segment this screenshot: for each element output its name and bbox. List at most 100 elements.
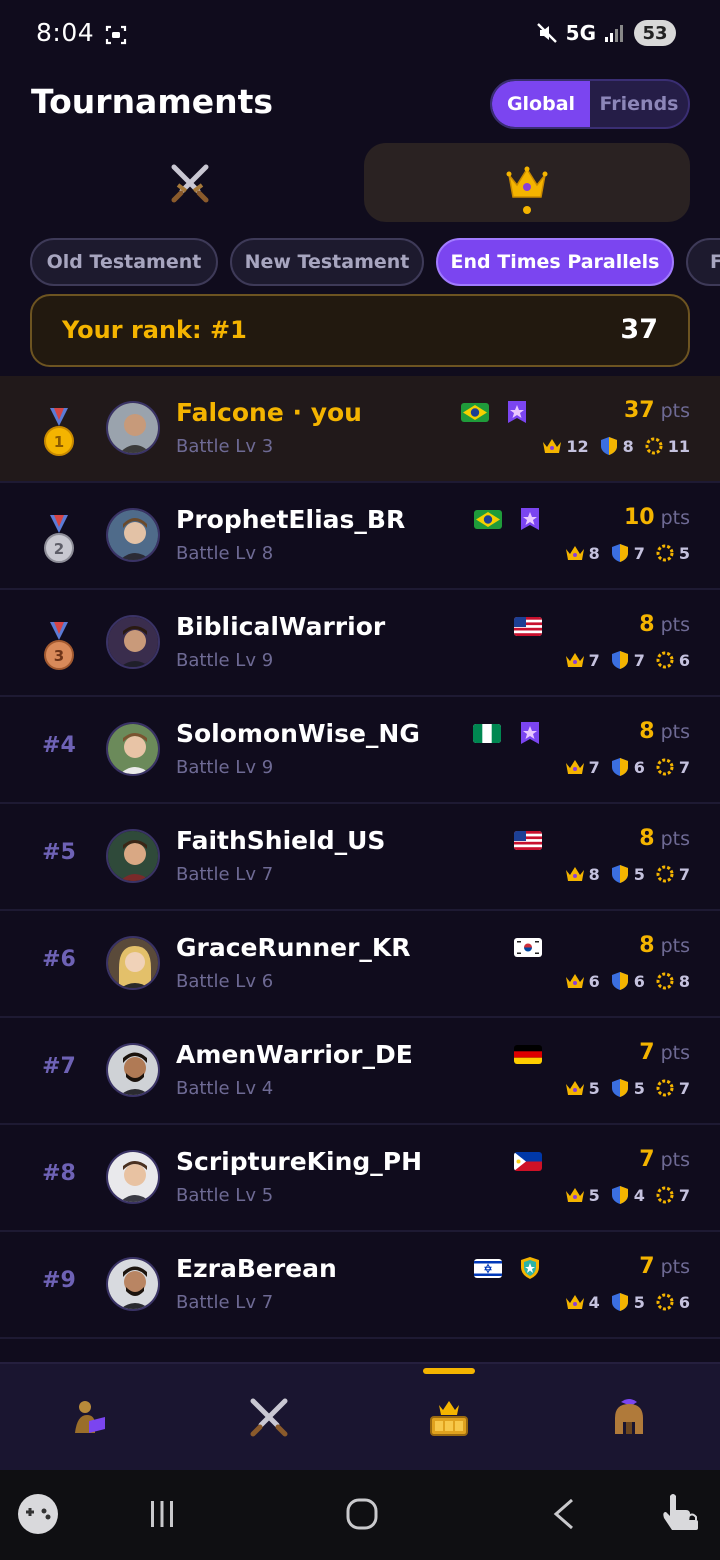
player-points: 7 pts <box>639 1254 690 1279</box>
svg-text:3: 3 <box>54 647 64 665</box>
player-stats: 8 5 7 <box>565 864 690 884</box>
screen-record-icon <box>105 25 127 45</box>
game-launcher-button[interactable] <box>16 1492 60 1536</box>
rank-number: #7 <box>42 1054 76 1079</box>
shield-stat-icon <box>611 758 628 776</box>
leaderboard-row[interactable]: #9 EzraBerean Battle Lv 7 7 pts 4 5 6 <box>0 1232 720 1339</box>
back-button[interactable] <box>542 1492 586 1536</box>
rank-number: #6 <box>42 947 76 972</box>
player-level: Battle Lv 7 <box>176 864 274 885</box>
purple-rank-badge-icon <box>521 722 539 744</box>
brazil-flag-icon <box>461 403 489 422</box>
tab-global[interactable]: Global <box>492 81 590 127</box>
leaderboard-row[interactable]: #8 ScriptureKing_PH Battle Lv 5 7 pts 5 4… <box>0 1125 720 1232</box>
wreath-stat-icon <box>656 1293 674 1311</box>
player-stats: 7 7 6 <box>565 650 690 670</box>
leaderboard-row[interactable]: 1 Falcone · you Battle Lv 3 37 pts 12 8 1… <box>0 376 720 483</box>
player-stats: 12 8 11 <box>542 436 690 456</box>
tab-tournaments[interactable] <box>364 143 690 222</box>
silver-medal-icon: 2 <box>44 515 74 563</box>
touch-lock-icon <box>663 1494 698 1530</box>
chip-old-testament[interactable]: Old Testament <box>30 238 218 286</box>
leaderboard-row[interactable]: #5 FaithShield_US Battle Lv 7 8 pts 8 5 7 <box>0 804 720 911</box>
gamepad-icon <box>18 1494 58 1534</box>
svg-text:2: 2 <box>54 540 64 558</box>
chip-end-times-parallels[interactable]: End Times Parallels <box>436 238 674 286</box>
purple-rank-badge-icon <box>521 508 539 530</box>
chip-next[interactable]: F <box>686 238 720 286</box>
player-points: 8 pts <box>639 826 690 851</box>
crown-stat-icon <box>565 867 584 881</box>
leaderboard-row[interactable]: #7 AmenWarrior_DE Battle Lv 4 7 pts 5 5 7 <box>0 1018 720 1125</box>
recent-apps-button[interactable] <box>140 1492 184 1536</box>
touch-lock-button[interactable] <box>658 1492 702 1536</box>
nav-tournaments[interactable] <box>409 1382 489 1452</box>
player-name: ScriptureKing_PH <box>176 1147 423 1176</box>
spartan-helmet-icon <box>615 1399 643 1434</box>
avatar <box>106 1043 160 1097</box>
leaderboard-row[interactable]: #6 GraceRunner_KR Battle Lv 6 8 pts 6 6 8 <box>0 911 720 1018</box>
wreath-stat-icon <box>645 437 663 455</box>
player-points: 8 pts <box>639 719 690 744</box>
rank-number: #5 <box>42 840 76 865</box>
tab-battles[interactable] <box>30 143 350 222</box>
shield-stat-icon <box>611 651 628 669</box>
player-stats: 7 6 7 <box>565 757 690 777</box>
home-button[interactable] <box>340 1492 384 1536</box>
bottom-nav <box>0 1362 720 1470</box>
wreath-stat-icon <box>656 544 674 562</box>
chip-new-testament[interactable]: New Testament <box>230 238 424 286</box>
crown-stat-icon <box>565 760 584 774</box>
crossed-swords-icon <box>250 1398 288 1437</box>
avatar <box>106 615 160 669</box>
wreath-stat-icon <box>656 1079 674 1097</box>
rank-number: #4 <box>42 733 76 758</box>
usa-flag-icon <box>514 617 542 636</box>
player-level: Battle Lv 9 <box>176 650 274 671</box>
player-points: 7 pts <box>639 1040 690 1065</box>
wreath-stat-icon <box>656 651 674 669</box>
crown-stat-icon <box>565 546 584 560</box>
avatar <box>106 936 160 990</box>
leaderboard-row[interactable]: #4 SolomonWise_NG Battle Lv 9 8 pts 7 6 7 <box>0 697 720 804</box>
status-bar: 8:04 5G 53 <box>0 0 720 70</box>
home-icon <box>346 1498 378 1530</box>
shield-stat-icon <box>611 544 628 562</box>
player-stats: 5 5 7 <box>565 1078 690 1098</box>
shield-stat-icon <box>611 972 628 990</box>
leaderboard-row[interactable]: 2 ProphetElias_BR Battle Lv 8 10 pts 8 7 … <box>0 483 720 590</box>
your-rank-points: 37 <box>620 314 658 345</box>
trophy-crown-icon <box>430 1401 468 1436</box>
nav-study[interactable] <box>49 1382 129 1452</box>
nav-profile[interactable] <box>589 1382 669 1452</box>
nav-battle[interactable] <box>229 1382 309 1452</box>
recent-apps-icon <box>151 1501 173 1527</box>
wreath-stat-icon <box>656 758 674 776</box>
shield-stat-icon <box>600 437 617 455</box>
shield-stat-icon <box>611 865 628 883</box>
teal-shield-badge-icon <box>521 1257 539 1279</box>
player-name: Falcone · you <box>176 398 362 427</box>
philippines-flag-icon <box>514 1152 542 1171</box>
purple-rank-badge-icon <box>508 401 526 423</box>
scope-toggle: Global Friends <box>490 79 690 129</box>
player-level: Battle Lv 7 <box>176 1292 274 1313</box>
crown-stat-icon <box>565 1081 584 1095</box>
player-level: Battle Lv 5 <box>176 1185 274 1206</box>
leaderboard-row[interactable]: 3 BiblicalWarrior Battle Lv 9 8 pts 7 7 6 <box>0 590 720 697</box>
player-points: 8 pts <box>639 612 690 637</box>
battery-indicator: 53 <box>634 20 676 46</box>
svg-text:1: 1 <box>54 433 64 451</box>
tab-friends[interactable]: Friends <box>590 81 688 127</box>
avatar <box>106 829 160 883</box>
avatar <box>106 1257 160 1311</box>
leaderboard-list: 1 Falcone · you Battle Lv 3 37 pts 12 8 1… <box>0 376 720 1339</box>
korea-flag-icon <box>514 938 542 957</box>
wreath-stat-icon <box>656 865 674 883</box>
player-name: AmenWarrior_DE <box>176 1040 413 1069</box>
brazil-flag-icon <box>474 510 502 529</box>
avatar <box>106 1150 160 1204</box>
rank-number: #8 <box>42 1161 76 1186</box>
shield-stat-icon <box>611 1293 628 1311</box>
wreath-stat-icon <box>656 972 674 990</box>
